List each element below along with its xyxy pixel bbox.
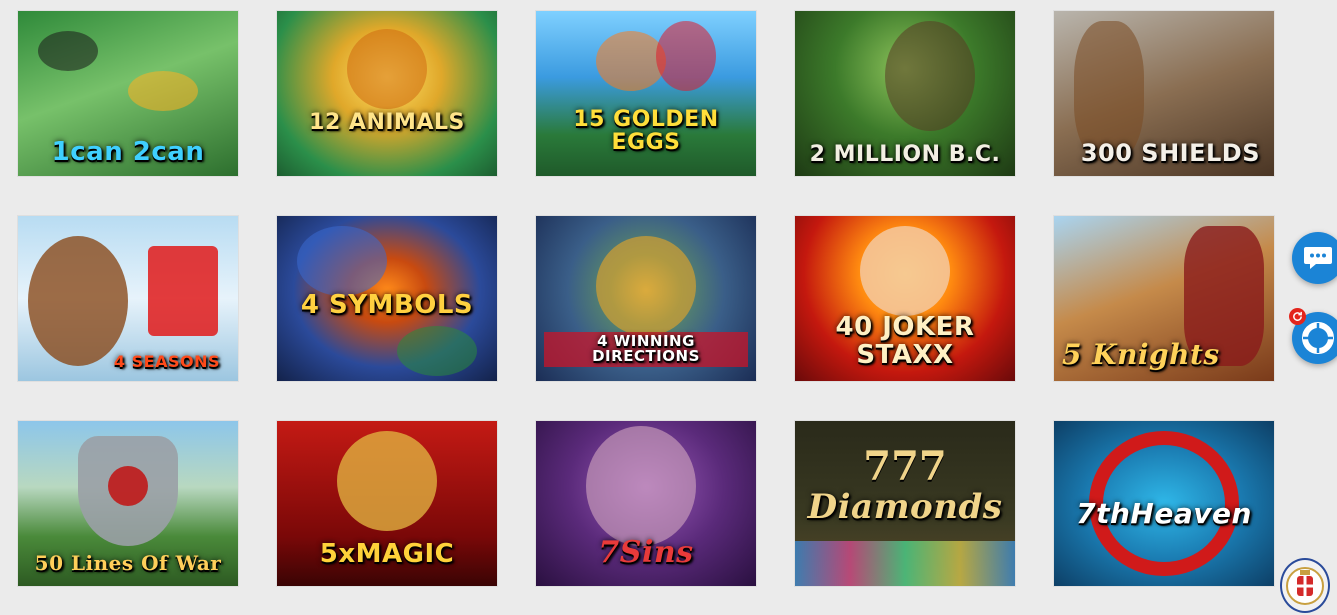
toucan-art [38, 31, 98, 71]
game-title: 2 MILLION B.C. [809, 141, 1001, 167]
chat-bubble-icon [1304, 247, 1332, 269]
game-number: 777 [863, 443, 947, 490]
game-title: Diamonds [807, 487, 1003, 528]
woman-art [586, 426, 696, 546]
game-tile-7th-heaven[interactable]: 7thHeaven [1054, 421, 1274, 586]
game-tile-4-seasons[interactable]: 4 SEASONS [18, 216, 238, 381]
game-grid: 1can 2can 12 ANIMALS 15 GOLDEN EGGS 2 MI… [18, 11, 1274, 586]
live-chat-button[interactable] [1292, 232, 1337, 284]
refresh-icon [1293, 311, 1302, 321]
caveman-art [885, 21, 975, 131]
game-tile-5-knights[interactable]: 5 Knights [1054, 216, 1274, 381]
game-tile-4-symbols[interactable]: 4 SYMBOLS [277, 216, 497, 381]
license-seal-icon [1286, 566, 1324, 605]
number-art [148, 246, 218, 336]
game-tile-4-winning-directions[interactable]: 4 WINNING DIRECTIONS [536, 216, 756, 381]
tiger-art [347, 29, 427, 109]
joker-art [860, 226, 950, 316]
pony-art [28, 236, 128, 366]
game-title: 5xMAGIC [319, 538, 455, 569]
lifebuoy-icon [1302, 322, 1334, 354]
turtle-art [397, 326, 477, 376]
toucan-art [128, 71, 198, 111]
game-tile-50-lines-of-war[interactable]: 50 Lines Of War [18, 421, 238, 586]
game-tile-300-shields[interactable]: 300 SHIELDS [1054, 11, 1274, 176]
game-tile-1can-2can[interactable]: 1can 2can [18, 11, 238, 176]
game-tile-40-joker-staxx[interactable]: 40 JOKER STAXX [795, 216, 1015, 381]
game-title: 4 SYMBOLS [300, 289, 474, 320]
game-title: 7Sins [598, 534, 694, 570]
game-tile-7-sins[interactable]: 7Sins [536, 421, 756, 586]
compass-art [596, 236, 696, 336]
game-title: 7thHeaven [1076, 496, 1252, 530]
game-tile-5x-magic[interactable]: 5xMAGIC [277, 421, 497, 586]
game-title: 50 Lines Of War [34, 551, 222, 575]
lion-emblem-art [108, 466, 148, 506]
gems-art [795, 541, 1015, 586]
game-title: 15 GOLDEN EGGS [573, 106, 719, 155]
game-title: 40 JOKER STAXX [835, 312, 975, 370]
game-tile-15-golden-eggs[interactable]: 15 GOLDEN EGGS [536, 11, 756, 176]
license-seal[interactable] [1280, 558, 1330, 613]
game-tile-777-diamonds[interactable]: 777 Diamonds [795, 421, 1015, 586]
refresh-button[interactable] [1289, 308, 1306, 325]
game-title: 12 ANIMALS [309, 109, 465, 135]
game-title: 5 Knights [1062, 337, 1220, 371]
game-tile-12-animals[interactable]: 12 ANIMALS [277, 11, 497, 176]
game-tile-2-million-bc[interactable]: 2 MILLION B.C. [795, 11, 1015, 176]
dragon-art [297, 226, 387, 296]
game-title: 1can 2can [51, 136, 205, 167]
magician-art [337, 431, 437, 531]
game-title: 4 SEASONS [113, 352, 220, 372]
game-title: 4 WINNING DIRECTIONS [544, 331, 748, 367]
game-title: 300 SHIELDS [1080, 138, 1260, 167]
parrot-art [656, 21, 716, 91]
